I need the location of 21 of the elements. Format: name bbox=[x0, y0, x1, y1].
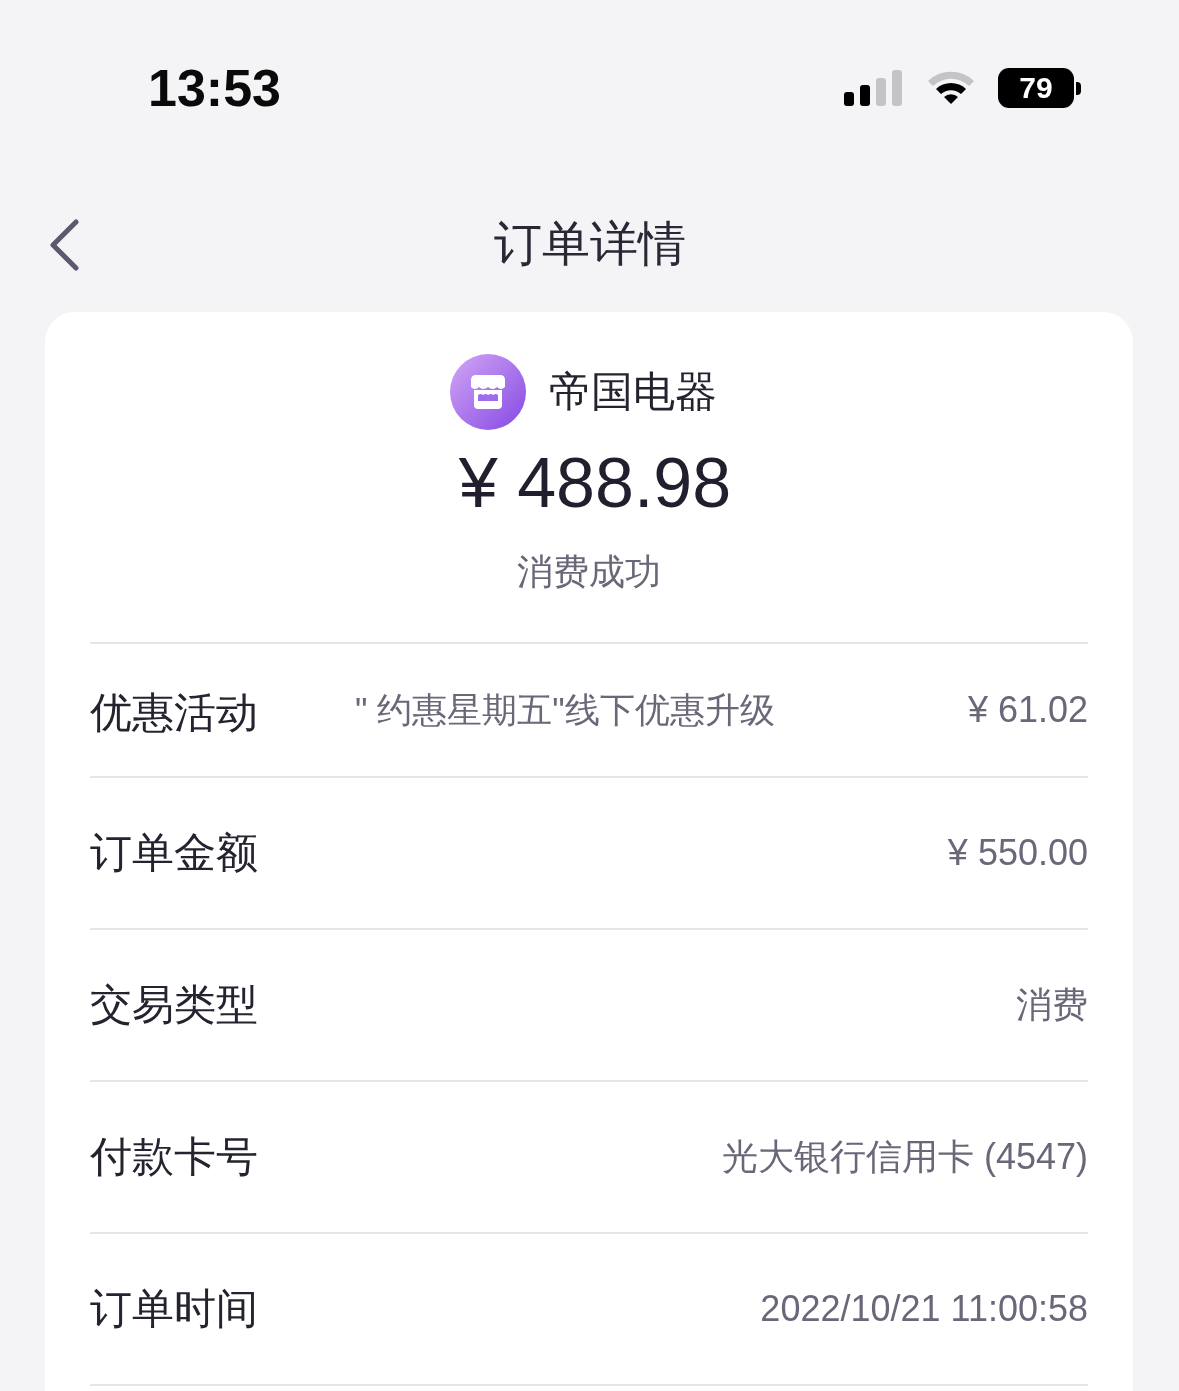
row-value: ¥ 550.00 bbox=[947, 831, 1088, 875]
promo-description: " 约惠星期五"线下优惠升级 bbox=[355, 689, 776, 731]
wifi-icon bbox=[926, 70, 976, 106]
merchant-name: 帝国电器 bbox=[548, 366, 717, 417]
row-label: 交易类型 bbox=[90, 979, 259, 1030]
row-label: 付款卡号 bbox=[90, 1131, 259, 1182]
row-value: 光大银行信用卡 (4547) bbox=[721, 1135, 1088, 1179]
row-value: 消费 bbox=[1016, 983, 1088, 1027]
row-label: 订单时间 bbox=[90, 1283, 259, 1334]
signal-icon bbox=[844, 70, 904, 106]
row-value: ¥ 61.02 bbox=[967, 688, 1088, 732]
row-value: 2022/10/21 11:00:58 bbox=[760, 1287, 1088, 1331]
page-title: 订单详情 bbox=[493, 216, 686, 273]
payment-amount: ¥ 488.98 bbox=[457, 443, 733, 523]
status-time: 13:53 bbox=[148, 62, 281, 114]
row-label: 订单金额 bbox=[90, 827, 259, 878]
battery-indicator: 79 bbox=[998, 68, 1081, 108]
row-label: 优惠活动 bbox=[90, 687, 259, 738]
payment-status: 消费成功 bbox=[517, 552, 661, 592]
back-icon[interactable] bbox=[48, 218, 80, 272]
storefront-icon bbox=[449, 354, 526, 430]
